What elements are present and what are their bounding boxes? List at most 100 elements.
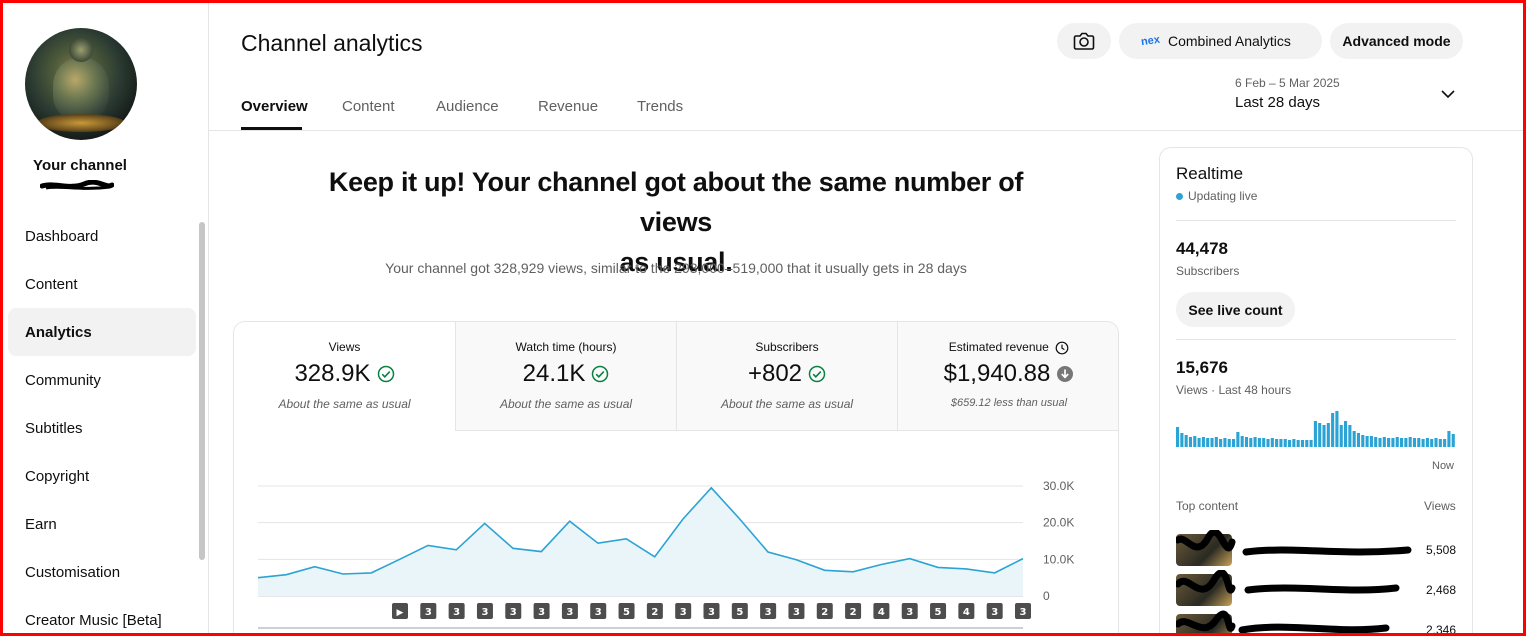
upload-marker-count: 3 [538,607,545,618]
realtime-bar [1348,425,1352,447]
date-period-select[interactable]: Last 28 days [1235,94,1320,111]
tab-overview[interactable]: Overview [241,98,308,115]
realtime-bar [1184,435,1188,447]
channel-name-label: Your channel [33,157,127,174]
camera-icon [1073,32,1095,50]
upload-marker-count: 3 [991,607,998,618]
realtime-bar [1240,436,1244,447]
realtime-bar [1438,439,1442,447]
tab-trends[interactable]: Trends [637,98,683,115]
tab-content[interactable]: Content [342,98,395,115]
combined-analytics-button[interactable]: nex Combined Analytics [1119,23,1322,59]
redacted-channel-handle [40,180,114,190]
realtime-bar [1236,432,1240,447]
realtime-bar [1369,436,1373,447]
realtime-bar [1331,413,1335,447]
realtime-bar [1288,440,1292,447]
sidebar-item-earn[interactable]: Earn [8,500,196,548]
sidebar-item-label: Subtitles [25,419,83,437]
top-content-views: 2,346 [1425,623,1456,636]
realtime-bar [1275,439,1279,447]
sidebar-item-copyright[interactable]: Copyright [8,452,196,500]
sidebar-item-content[interactable]: Content [8,260,196,308]
realtime-bar [1176,427,1180,447]
realtime-bar [1382,437,1386,447]
sidebar-scrollbar[interactable] [199,222,205,560]
channel-avatar[interactable] [25,28,137,140]
sidebar-item-label: Content [25,275,78,293]
sidebar-item-analytics[interactable]: Analytics [8,308,196,356]
realtime-bar [1300,440,1305,447]
upload-marker-count: 4 [878,607,885,618]
realtime-bar [1443,439,1447,447]
upload-marker-count: 3 [906,607,913,618]
sidebar-item-community[interactable]: Community [8,356,196,404]
page-title: Channel analytics [241,30,423,56]
combined-analytics-label: Combined Analytics [1167,33,1291,49]
advanced-mode-button[interactable]: Advanced mode [1330,23,1463,59]
upload-marker-count: 5 [623,607,630,618]
sidebar-item-label: Analytics [25,323,92,341]
upload-marker-count: 3 [708,607,715,618]
realtime-bar [1326,423,1330,447]
realtime-bar [1180,433,1184,447]
realtime-bar [1374,437,1378,447]
realtime-live-label: Updating live [1188,189,1258,203]
realtime-bar [1188,437,1193,447]
views-chart[interactable]: 30.0K 20.0K 10.0K 0 ▶ 3 3 3 3 3 3 3 5 2 3 3 5 3 3 2 2 4 3 5 4 3 3 [234,322,1119,636]
avatar-coins [37,114,125,132]
sidebar-item-label: Dashboard [25,227,99,245]
sidebar-item-creator-music[interactable]: Creator Music [Beta] [8,596,196,636]
upload-marker-count: 3 [510,607,517,618]
realtime-bar [1412,438,1417,447]
realtime-bar [1305,440,1309,447]
realtime-bar [1206,438,1210,447]
tab-audience[interactable]: Audience [436,98,499,115]
top-content-views: 2,468 [1425,583,1456,597]
see-live-count-button[interactable]: See live count [1176,292,1295,327]
realtime-bar [1425,438,1429,447]
realtime-bar [1193,436,1197,447]
upload-marker-count: 4 [963,607,970,618]
sidebar-item-label: Earn [25,515,57,533]
top-content-views-heading: Views [1424,499,1456,513]
top-content-heading: Top content [1176,499,1239,513]
realtime-bar [1408,437,1412,447]
sidebar-item-label: Creator Music [Beta] [25,611,162,629]
realtime-bar [1197,438,1201,447]
realtime-divider [1176,220,1456,221]
tab-revenue[interactable]: Revenue [538,98,598,115]
upload-marker-count: 3 [425,607,432,618]
realtime-bar [1451,434,1455,447]
realtime-bar [1356,433,1361,447]
sidebar-item-dashboard[interactable]: Dashboard [8,212,196,260]
top-content-views: 5,508 [1425,543,1456,557]
upload-marker-count: 2 [850,607,857,618]
upload-marker-count: 3 [793,607,800,618]
realtime-bar [1417,438,1421,447]
realtime-subscribers-value: 44,478 [1176,239,1228,258]
realtime-bar [1227,439,1231,447]
live-dot-icon [1176,192,1183,200]
screenshot-button[interactable] [1057,23,1111,59]
sidebar-item-customisation[interactable]: Customisation [8,548,196,596]
realtime-views-bar-chart[interactable] [1176,401,1458,451]
realtime-bar [1201,437,1205,447]
chart-area-fill [258,487,1023,596]
realtime-bar [1257,438,1261,447]
realtime-live-status: Updating live [1176,189,1257,203]
redacted-video-title [1176,610,1390,634]
upload-marker-count: 3 [481,607,488,618]
chevron-down-icon[interactable] [1440,86,1456,102]
redacted-video-title [1176,570,1400,594]
realtime-bar [1352,431,1356,447]
realtime-bar [1447,431,1451,447]
header-divider [209,130,1526,131]
realtime-bar [1253,437,1257,447]
avatar-money-bag [53,58,109,120]
upload-marker-count: 3 [453,607,460,618]
upload-marker-count: ▶ [397,608,404,618]
realtime-bar [1400,438,1404,447]
sidebar-item-subtitles[interactable]: Subtitles [8,404,196,452]
upload-marker-count: 3 [595,607,602,618]
